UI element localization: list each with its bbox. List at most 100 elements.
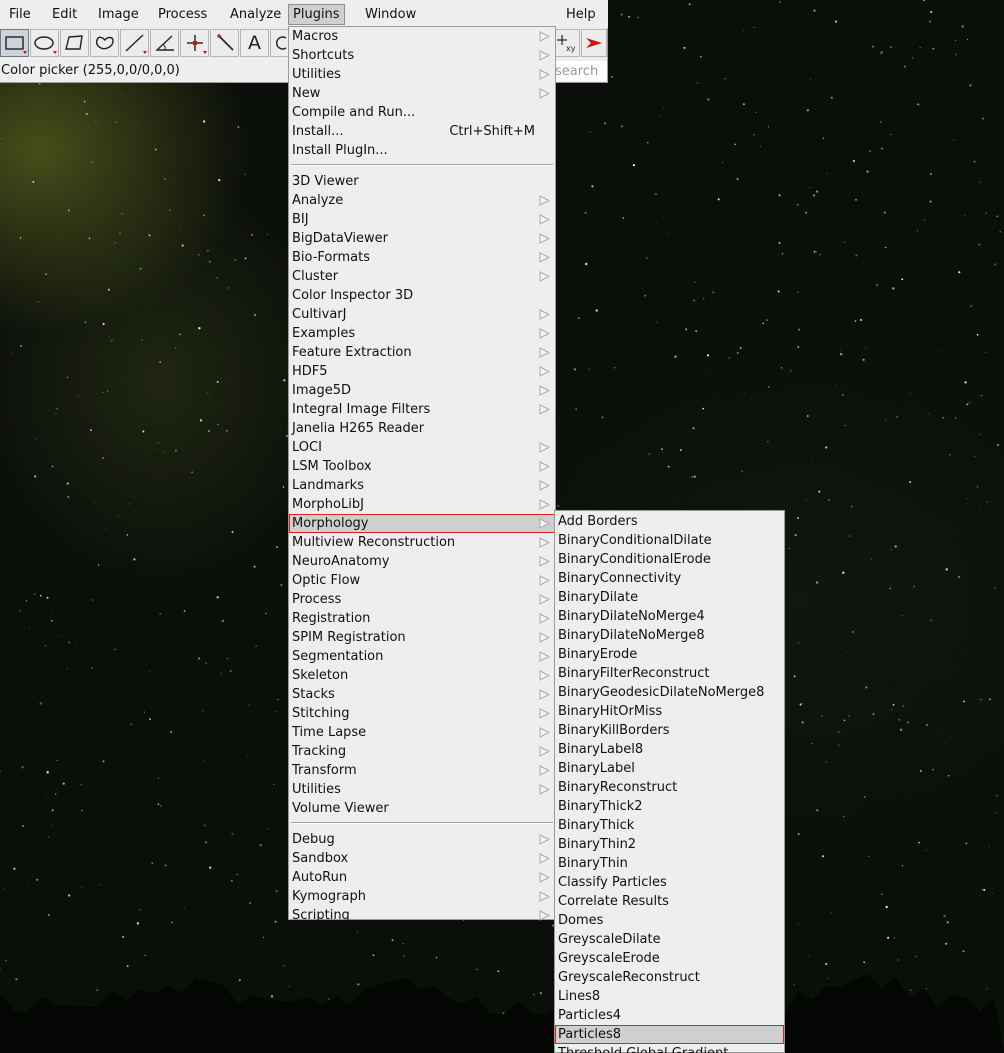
menu-item-binarythick[interactable]: BinaryThick — [555, 816, 784, 835]
menu-item-shortcuts[interactable]: Shortcuts — [289, 46, 555, 65]
menu-item-label: Particles8 — [558, 1027, 622, 1042]
menu-item-threshold-global-gradient[interactable]: Threshold Global Gradient — [555, 1044, 784, 1053]
menu-window[interactable]: Window — [361, 4, 420, 25]
menu-item-binarygeodesicdilatenomerge8[interactable]: BinaryGeodesicDilateNoMerge8 — [555, 683, 784, 702]
menu-item-install-plugin[interactable]: Install PlugIn... — [289, 141, 555, 160]
menu-item-cultivarj[interactable]: CultivarJ — [289, 305, 555, 324]
menu-item-morpholibj[interactable]: MorphoLibJ — [289, 495, 555, 514]
menu-help[interactable]: Help — [562, 4, 600, 25]
menu-item-new[interactable]: New — [289, 84, 555, 103]
menu-item-spim-registration[interactable]: SPIM Registration — [289, 628, 555, 647]
menu-item-3d-viewer[interactable]: 3D Viewer — [289, 172, 555, 191]
menu-item-color-inspector-3d[interactable]: Color Inspector 3D — [289, 286, 555, 305]
menu-edit[interactable]: Edit — [48, 4, 81, 25]
menu-item-bio-formats[interactable]: Bio-Formats — [289, 248, 555, 267]
menu-item-transform[interactable]: Transform — [289, 761, 555, 780]
menu-item-stitching[interactable]: Stitching — [289, 704, 555, 723]
menu-item-binarylabel[interactable]: BinaryLabel — [555, 759, 784, 778]
menu-item-registration[interactable]: Registration — [289, 609, 555, 628]
color-picker-xy-button[interactable]: xy — [554, 29, 580, 57]
freehand-tool-button[interactable] — [90, 29, 119, 57]
menu-process[interactable]: Process — [154, 4, 211, 25]
menu-item-time-lapse[interactable]: Time Lapse — [289, 723, 555, 742]
menu-analyze[interactable]: Analyze — [226, 4, 285, 25]
menu-item-utilities[interactable]: Utilities — [289, 780, 555, 799]
menu-item-binaryconditionaldilate[interactable]: BinaryConditionalDilate — [555, 531, 784, 550]
menu-item-segmentation[interactable]: Segmentation — [289, 647, 555, 666]
menu-item-stacks[interactable]: Stacks — [289, 685, 555, 704]
menu-item-particles8[interactable]: Particles8 — [555, 1025, 784, 1044]
menu-item-integral-image-filters[interactable]: Integral Image Filters — [289, 400, 555, 419]
menu-item-binarydilate[interactable]: BinaryDilate — [555, 588, 784, 607]
menu-item-bigdataviewer[interactable]: BigDataViewer — [289, 229, 555, 248]
menu-item-greyscaleerode[interactable]: GreyscaleErode — [555, 949, 784, 968]
menu-item-process[interactable]: Process — [289, 590, 555, 609]
menu-item-binarydilatenomerge4[interactable]: BinaryDilateNoMerge4 — [555, 607, 784, 626]
menu-image[interactable]: Image — [94, 4, 143, 25]
magnifier-tool-button[interactable] — [270, 29, 290, 57]
menu-item-classify-particles[interactable]: Classify Particles — [555, 873, 784, 892]
text-tool-button[interactable]: A — [240, 29, 269, 57]
menu-item-cluster[interactable]: Cluster — [289, 267, 555, 286]
angle-tool-button[interactable] — [150, 29, 179, 57]
menu-item-optic-flow[interactable]: Optic Flow — [289, 571, 555, 590]
menu-item-greyscalereconstruct[interactable]: GreyscaleReconstruct — [555, 968, 784, 987]
menu-item-particles4[interactable]: Particles4 — [555, 1006, 784, 1025]
menu-item-greyscaledilate[interactable]: GreyscaleDilate — [555, 930, 784, 949]
menu-item-label: BinaryConnectivity — [558, 571, 682, 586]
menu-item-binarythin2[interactable]: BinaryThin2 — [555, 835, 784, 854]
menu-item-binaryconnectivity[interactable]: BinaryConnectivity — [555, 569, 784, 588]
menu-item-tracking[interactable]: Tracking — [289, 742, 555, 761]
menu-item-examples[interactable]: Examples — [289, 324, 555, 343]
menu-item-label: Examples — [292, 326, 356, 341]
menu-item-analyze[interactable]: Analyze — [289, 191, 555, 210]
menu-item-janelia-h265-reader[interactable]: Janelia H265 Reader — [289, 419, 555, 438]
menu-item-binaryconditionalerode[interactable]: BinaryConditionalErode — [555, 550, 784, 569]
menu-item-binarydilatenomerge8[interactable]: BinaryDilateNoMerge8 — [555, 626, 784, 645]
menu-item-bij[interactable]: BIJ — [289, 210, 555, 229]
menu-item-binarythick2[interactable]: BinaryThick2 — [555, 797, 784, 816]
menu-item-landmarks[interactable]: Landmarks — [289, 476, 555, 495]
menu-item-kymograph[interactable]: Kymograph — [289, 887, 555, 906]
oval-tool-button[interactable] — [30, 29, 59, 57]
menu-item-utilities[interactable]: Utilities — [289, 65, 555, 84]
rectangle-tool-button[interactable] — [0, 29, 29, 57]
menu-item-scripting[interactable]: Scripting — [289, 906, 555, 925]
menu-item-multiview-reconstruction[interactable]: Multiview Reconstruction — [289, 533, 555, 552]
point-tool-button[interactable] — [180, 29, 209, 57]
menu-item-hdf5[interactable]: HDF5 — [289, 362, 555, 381]
menu-item-macros[interactable]: Macros — [289, 27, 555, 46]
menu-item-compile-and-run[interactable]: Compile and Run... — [289, 103, 555, 122]
menu-item-debug[interactable]: Debug — [289, 830, 555, 849]
line-tool-button[interactable] — [120, 29, 149, 57]
menu-item-binaryfilterreconstruct[interactable]: BinaryFilterReconstruct — [555, 664, 784, 683]
menu-item-add-borders[interactable]: Add Borders — [555, 512, 784, 531]
menu-item-autorun[interactable]: AutoRun — [289, 868, 555, 887]
submenu-arrow-icon — [539, 252, 550, 263]
menu-item-binaryreconstruct[interactable]: BinaryReconstruct — [555, 778, 784, 797]
menu-item-binarylabel8[interactable]: BinaryLabel8 — [555, 740, 784, 759]
menu-item-volume-viewer[interactable]: Volume Viewer — [289, 799, 555, 818]
menu-item-lsm-toolbox[interactable]: LSM Toolbox — [289, 457, 555, 476]
menu-item-install[interactable]: Install... Ctrl+Shift+M — [289, 122, 555, 141]
menu-item-feature-extraction[interactable]: Feature Extraction — [289, 343, 555, 362]
menu-plugins[interactable]: Plugins — [288, 4, 345, 25]
menu-item-binaryerode[interactable]: BinaryErode — [555, 645, 784, 664]
menu-item-binarythin[interactable]: BinaryThin — [555, 854, 784, 873]
menu-item-skeleton[interactable]: Skeleton — [289, 666, 555, 685]
menu-item-morphology[interactable]: Morphology — [289, 514, 555, 533]
menu-item-correlate-results[interactable]: Correlate Results — [555, 892, 784, 911]
menu-item-neuroanatomy[interactable]: NeuroAnatomy — [289, 552, 555, 571]
search-input[interactable] — [555, 61, 607, 81]
menu-item-sandbox[interactable]: Sandbox — [289, 849, 555, 868]
menu-item-binarykillborders[interactable]: BinaryKillBorders — [555, 721, 784, 740]
menu-item-lines8[interactable]: Lines8 — [555, 987, 784, 1006]
menu-item-image5d[interactable]: Image5D — [289, 381, 555, 400]
menu-item-loci[interactable]: LOCI — [289, 438, 555, 457]
more-tools-button[interactable] — [581, 29, 607, 57]
wand-tool-button[interactable] — [210, 29, 239, 57]
menu-file[interactable]: File — [5, 4, 35, 25]
menu-item-binaryhitormiss[interactable]: BinaryHitOrMiss — [555, 702, 784, 721]
menu-item-domes[interactable]: Domes — [555, 911, 784, 930]
polygon-tool-button[interactable] — [60, 29, 89, 57]
